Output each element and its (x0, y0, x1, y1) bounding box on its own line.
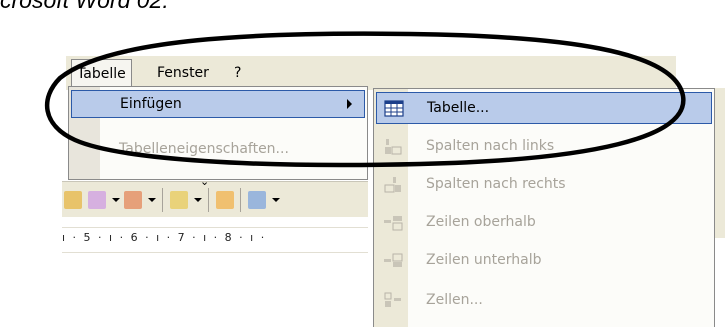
insert-cells-icon (384, 292, 401, 307)
insert-column-left-icon (385, 139, 402, 155)
table-icon (384, 100, 404, 117)
toolbar-separator (162, 188, 163, 212)
menu-item-einfuegen[interactable]: Einfügen (71, 90, 365, 118)
submenu-item-zeilen-unterhalb[interactable]: Zeilen unterhalb (376, 245, 712, 277)
menu-item-tabelleneigenschaften[interactable]: Tabelleneigenschaften... (71, 136, 365, 164)
menu-bar: Tabelle Fenster ? (66, 56, 676, 90)
eraser-icon[interactable] (124, 191, 142, 209)
submenu-item-label: Zeilen oberhalb (426, 214, 536, 230)
caption-text: crosoft Word 02: (0, 0, 169, 13)
submenu-item-spalten-links[interactable]: Spalten nach links (376, 131, 712, 163)
einfuegen-submenu: Tabelle... Spalten nach links Spalten na… (373, 88, 715, 327)
horizontal-ruler: ı · 5 · ı · 6 · ı · 7 · ı · 8 · ı · (62, 227, 368, 253)
tabelle-menu: Einfügen Tabelleneigenschaften... (68, 86, 368, 180)
submenu-item-tabelle[interactable]: Tabelle... (376, 92, 712, 124)
submenu-item-zeilen-oberhalb[interactable]: Zeilen oberhalb (376, 207, 712, 239)
chevron-down-icon[interactable] (148, 198, 156, 202)
menu-item-label: Tabelleneigenschaften... (119, 141, 289, 157)
submenu-item-label: Spalten nach rechts (426, 176, 566, 192)
insert-column-right-icon (384, 177, 401, 193)
menu-help[interactable]: ? (234, 65, 241, 81)
menu-tabelle[interactable]: Tabelle (71, 59, 132, 87)
chevron-down-icon[interactable] (194, 198, 202, 202)
submenu-item-label: Tabelle... (427, 100, 490, 116)
folder-icon[interactable] (170, 191, 188, 209)
submenu-arrow-icon (347, 99, 352, 109)
submenu-item-label: Spalten nach links (426, 138, 555, 154)
window-edge (715, 88, 725, 238)
formatting-toolbar (62, 181, 368, 217)
toolbar-separator (240, 188, 241, 212)
toolbar-separator (208, 188, 209, 212)
submenu-item-zellen[interactable]: Zellen... (376, 285, 712, 317)
insert-row-above-icon (384, 216, 403, 231)
chevron-down-icon[interactable] (272, 198, 280, 202)
submenu-item-spalten-rechts[interactable]: Spalten nach rechts (376, 169, 712, 201)
align-icon[interactable] (248, 191, 266, 209)
insert-picture-icon[interactable] (216, 191, 234, 209)
submenu-item-label: Zellen... (426, 292, 483, 308)
menu-item-label: Einfügen (120, 96, 182, 112)
menu-fenster[interactable]: Fenster (157, 65, 209, 81)
chevron-down-icon[interactable] (112, 198, 120, 202)
pen-icon[interactable] (88, 191, 106, 209)
submenu-item-label: Zeilen unterhalb (426, 252, 542, 268)
highlight-icon[interactable] (64, 191, 82, 209)
ruler-ticks: ı · 5 · ı · 6 · ı · 7 · ı · 8 · ı · (62, 231, 267, 244)
insert-row-below-icon (384, 253, 403, 267)
